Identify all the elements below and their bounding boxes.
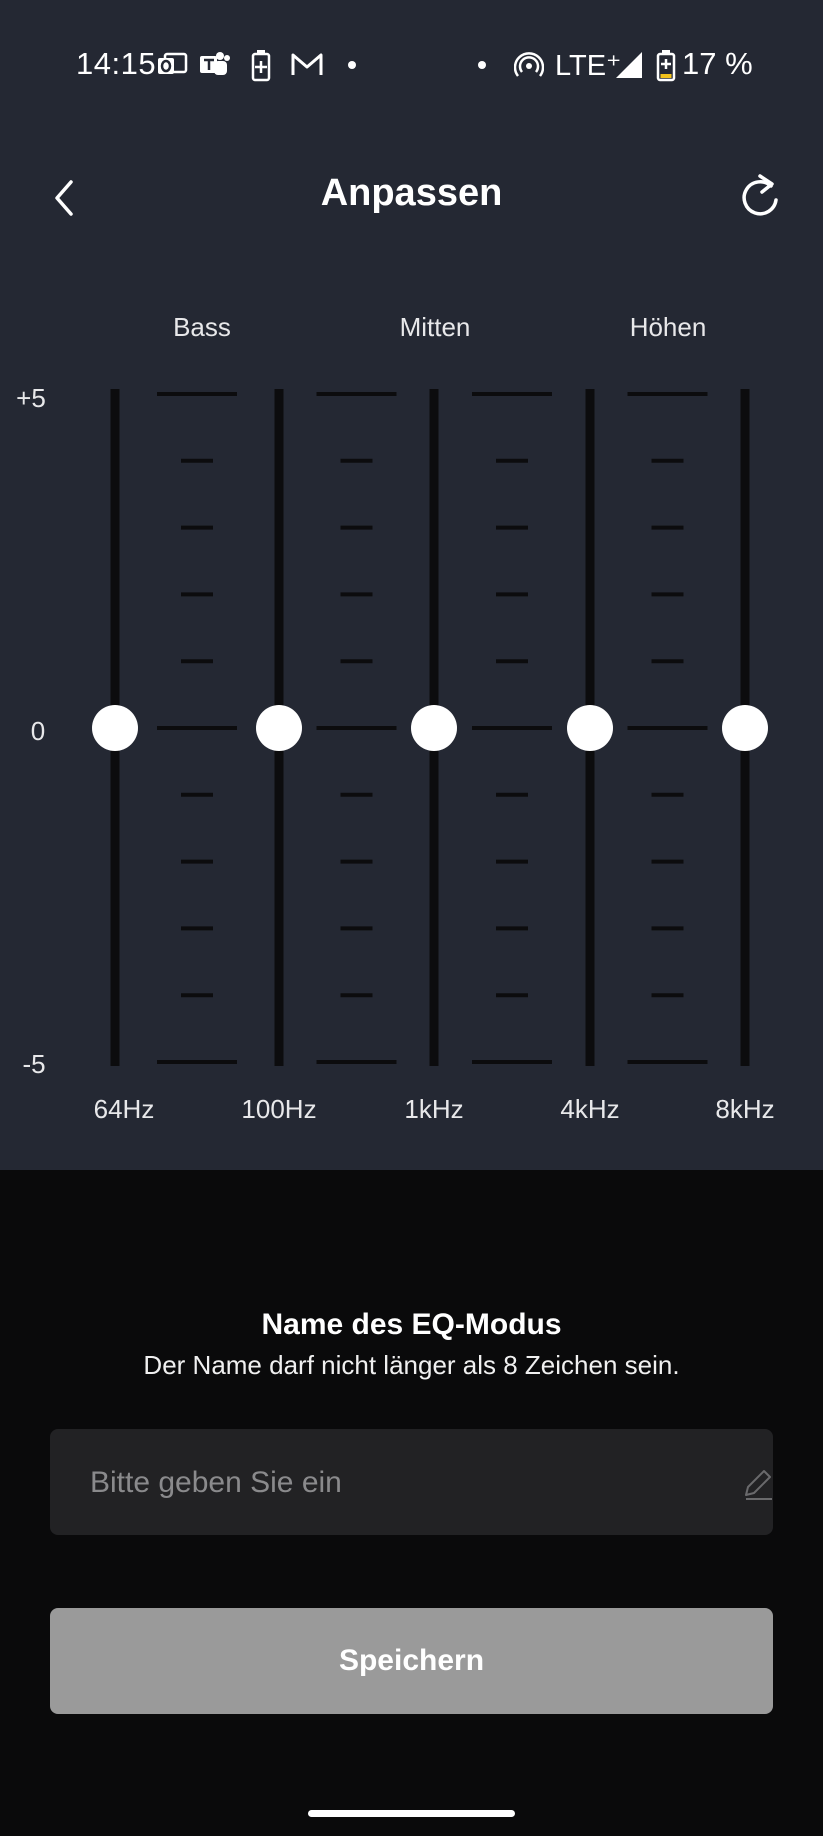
eq-name-input[interactable] (88, 1429, 672, 1537)
freq-label: 8kHz (715, 1094, 775, 1124)
save-button[interactable]: Speichern (50, 1608, 773, 1714)
home-indicator[interactable] (308, 1810, 515, 1817)
slider-thumb[interactable] (722, 705, 768, 751)
freq-label: 64Hz (93, 1094, 155, 1124)
freq-label: 1kHz (404, 1094, 464, 1124)
eq-name-field[interactable] (50, 1429, 776, 1537)
eq-name-hint: Der Name darf nicht länger als 8 Zeichen… (143, 1350, 680, 1380)
slider-thumb[interactable] (256, 705, 302, 751)
slider-thumb[interactable] (92, 705, 138, 751)
eq-name-title: Name des EQ-Modus (261, 1308, 562, 1341)
freq-label: 100Hz (241, 1094, 317, 1124)
slider-thumb[interactable] (411, 705, 457, 751)
slider-thumb[interactable] (567, 705, 613, 751)
pencil-icon[interactable] (742, 1467, 776, 1501)
equalizer-chart (92, 389, 768, 1066)
freq-label: 4kHz (560, 1094, 620, 1124)
